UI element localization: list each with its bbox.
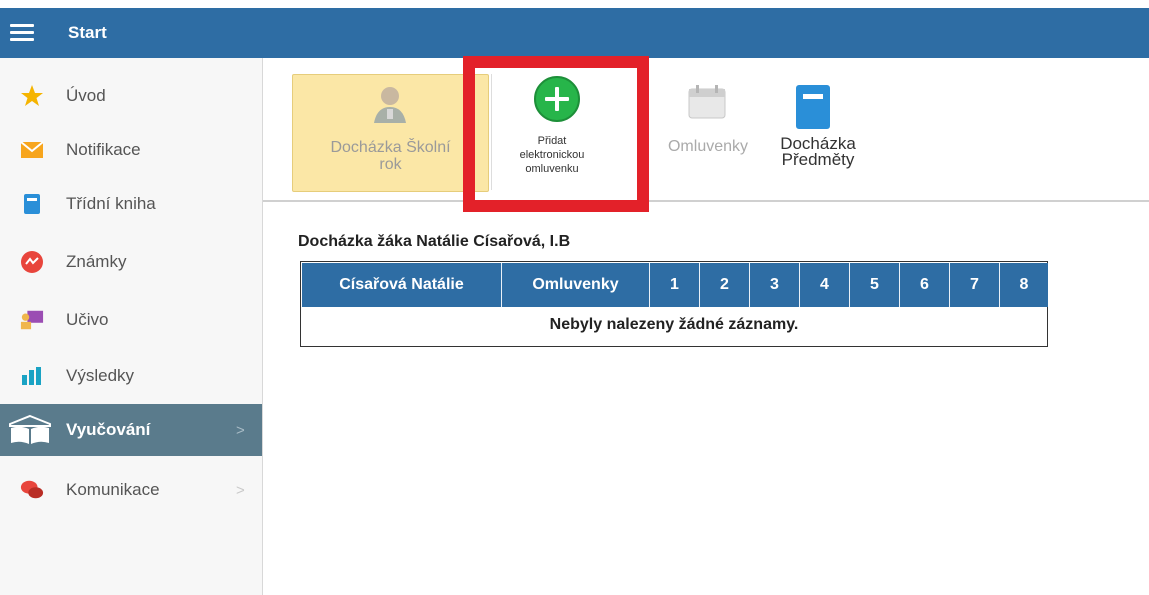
sidebar-item-label: Výsledky — [66, 366, 135, 385]
sidebar-item-label: Úvod — [66, 86, 106, 105]
chevron-right-icon: > — [236, 481, 245, 499]
sidebar-item-label: Notifikace — [66, 140, 141, 159]
tool-label: Docházka Předměty — [780, 134, 856, 169]
sidebar-item-label: Vyučování — [66, 420, 151, 439]
top-bar: Start — [0, 8, 1149, 58]
column-header[interactable]: 8 — [1000, 263, 1048, 307]
sidebar-item-label: Učivo — [66, 310, 109, 329]
hamburger-menu-icon[interactable] — [10, 24, 34, 42]
app-title[interactable]: Start — [68, 23, 107, 43]
sidebar-item-uvod[interactable]: Úvod — [0, 70, 262, 122]
plus-circle-icon — [534, 76, 580, 122]
tool-label: Omluvenky — [667, 138, 749, 155]
column-header[interactable]: Omluvenky — [502, 263, 650, 307]
column-header[interactable]: 6 — [900, 263, 950, 307]
column-header[interactable]: 3 — [750, 263, 800, 307]
bar-chart-icon — [20, 364, 44, 388]
empty-message: Nebyly nalezeny žádné záznamy. — [549, 316, 799, 333]
teacher-icon — [20, 308, 44, 332]
column-header[interactable]: 4 — [800, 263, 850, 307]
sidebar-item-label: Komunikace — [66, 480, 160, 499]
pridat-elektronickou-omluvenku-button[interactable]: Přidat elektronickou omluvenku — [491, 74, 612, 190]
chat-bubbles-icon — [20, 478, 44, 502]
sidebar-item-znamky[interactable]: Známky — [0, 236, 262, 288]
column-header[interactable]: 1 — [650, 263, 700, 307]
open-book-icon — [8, 414, 52, 444]
sidebar-item-komunikace[interactable]: Komunikace > — [0, 464, 262, 516]
column-header[interactable]: Císařová Natálie — [302, 263, 502, 307]
sidebar-item-notifikace[interactable]: Notifikace — [0, 124, 262, 176]
tool-label: Docházka Školní rok — [330, 139, 451, 173]
dochazka-skolni-rok-button[interactable]: Docházka Školní rok — [292, 74, 489, 192]
table-header-row: Císařová Natálie Omluvenky 1 2 3 4 5 6 7… — [302, 263, 1048, 307]
column-header[interactable]: 5 — [850, 263, 900, 307]
column-header[interactable]: 7 — [950, 263, 1000, 307]
sidebar-item-vysledky[interactable]: Výsledky — [0, 350, 262, 402]
tool-label: Přidat elektronickou omluvenku — [519, 135, 585, 175]
sidebar-item-tridni-kniha[interactable]: Třídní kniha — [0, 178, 262, 230]
sidebar: Úvod Notifikace Třídní kniha Známky Učiv… — [0, 58, 263, 595]
calendar-icon — [687, 84, 727, 125]
sidebar-item-label: Třídní kniha — [66, 194, 156, 213]
star-icon — [20, 84, 44, 108]
attendance-table: Císařová Natálie Omluvenky 1 2 3 4 5 6 7… — [300, 261, 1048, 347]
chevron-right-icon: > — [236, 421, 245, 439]
student-icon — [369, 83, 411, 130]
dochazka-predmety-button[interactable]: Docházka Předměty — [763, 74, 873, 190]
sidebar-item-ucivo[interactable]: Učivo — [0, 294, 262, 346]
toolbar: Docházka Školní rok Přidat elektronickou… — [263, 58, 1149, 202]
page-title: Docházka žáka Natálie Císařová, I.B — [298, 233, 571, 250]
sidebar-item-label: Známky — [66, 252, 127, 271]
book-icon — [793, 84, 833, 135]
column-header[interactable]: 2 — [700, 263, 750, 307]
grades-icon — [20, 250, 44, 274]
sidebar-item-vyucovani[interactable]: Vyučování > — [0, 404, 262, 456]
envelope-icon — [20, 138, 44, 162]
omluvenky-button[interactable]: Omluvenky — [663, 74, 753, 190]
notebook-icon — [20, 192, 44, 216]
